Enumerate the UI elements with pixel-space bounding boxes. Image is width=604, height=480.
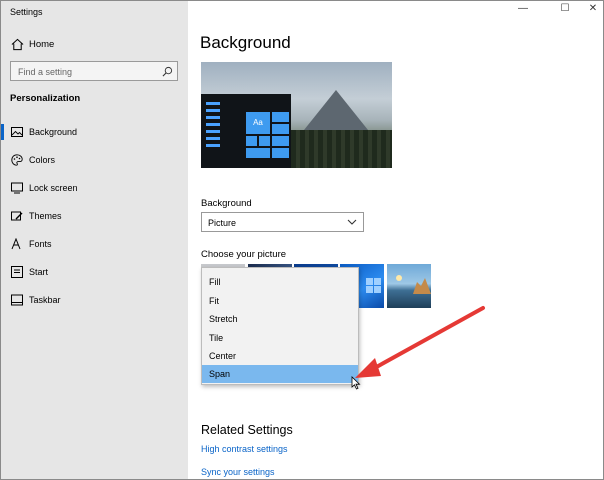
preview-tile <box>272 124 289 134</box>
picture-icon <box>11 127 23 137</box>
sidebar-item-taskbar[interactable]: Taskbar <box>1 288 188 312</box>
home-icon <box>11 38 24 51</box>
maximize-button[interactable]: ☐ <box>551 3 579 19</box>
home-label: Home <box>29 39 55 50</box>
menu-item-label: Span <box>209 369 231 379</box>
sidebar-item-label: Themes <box>29 211 62 221</box>
palette-icon <box>11 154 23 166</box>
background-label: Background <box>201 198 252 209</box>
start-icon <box>11 266 23 278</box>
settings-window: — ☐ ✕ Settings Home Find a setting Perso… <box>0 0 604 480</box>
taskbar-icon <box>11 294 23 306</box>
font-icon <box>11 238 21 250</box>
menu-item-label: Fit <box>209 296 219 306</box>
high-contrast-link[interactable]: High contrast settings <box>201 444 288 454</box>
home-nav-item[interactable]: Home <box>1 34 188 56</box>
sidebar-item-label: Fonts <box>29 239 52 249</box>
preview-start-menu: Aa <box>201 94 291 168</box>
choose-picture-label: Choose your picture <box>201 249 287 260</box>
close-button[interactable]: ✕ <box>579 3 604 19</box>
background-type-value: Picture <box>208 218 237 228</box>
search-icon <box>162 66 173 77</box>
preview-tile <box>272 112 289 122</box>
menu-item-fill[interactable]: Fill <box>202 273 358 291</box>
menu-item-label: Stretch <box>209 314 238 324</box>
sidebar-item-label: Taskbar <box>29 295 61 305</box>
sidebar-item-label: Start <box>29 267 49 277</box>
chevron-down-icon <box>347 219 357 225</box>
search-input[interactable]: Find a setting <box>10 61 178 81</box>
sidebar-item-start[interactable]: Start <box>1 260 188 284</box>
sidebar-item-label: Colors <box>29 155 56 165</box>
preview-tile <box>246 136 257 146</box>
preview-trees <box>291 130 392 168</box>
preview-tile <box>246 148 270 158</box>
sidebar-item-lock-screen[interactable]: Lock screen <box>1 176 188 200</box>
preview-tile-label: Aa <box>246 112 270 134</box>
lock-screen-icon <box>11 182 23 194</box>
background-type-select[interactable]: Picture <box>201 212 364 232</box>
related-settings-title: Related Settings <box>201 423 293 437</box>
minimize-button[interactable]: — <box>509 3 537 19</box>
page-title: Background <box>200 33 291 52</box>
search-placeholder: Find a setting <box>18 67 73 77</box>
brush-icon <box>11 211 23 221</box>
sidebar-item-colors[interactable]: Colors <box>1 148 188 172</box>
sidebar-item-themes[interactable]: Themes <box>1 204 188 228</box>
preview-tile <box>272 136 289 146</box>
menu-item-label: Fill <box>209 277 221 287</box>
desktop-preview: Aa <box>201 62 392 168</box>
app-title: Settings <box>10 7 43 17</box>
menu-item-label: Tile <box>209 333 224 343</box>
sidebar-item-label: Lock screen <box>29 183 78 193</box>
sidebar-item-label: Background <box>29 127 78 137</box>
annotation-arrow-icon <box>355 306 485 378</box>
preview-tile <box>259 136 270 146</box>
preview-app-list <box>206 102 220 151</box>
sidebar: Settings Home Find a setting Personaliza… <box>1 1 188 479</box>
menu-item-label: Center <box>209 351 237 361</box>
sidebar-item-fonts[interactable]: Fonts <box>1 232 188 256</box>
section-title: Personalization <box>10 93 81 104</box>
sidebar-item-background[interactable]: Background <box>1 120 188 144</box>
preview-tile <box>272 148 289 158</box>
sync-settings-link[interactable]: Sync your settings <box>201 467 275 477</box>
